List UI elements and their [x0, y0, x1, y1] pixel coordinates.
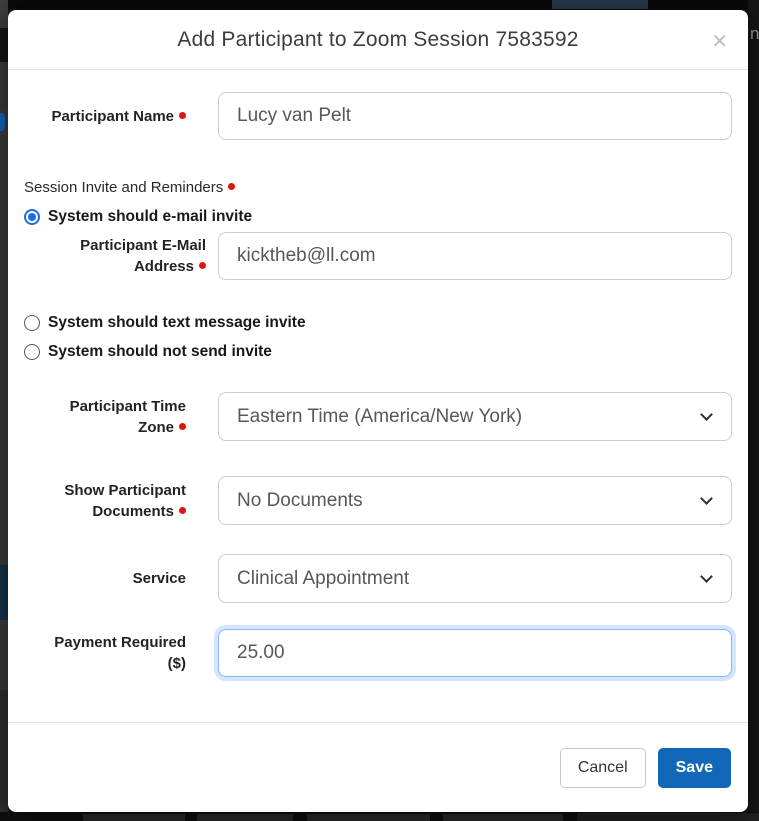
radio-button-icon[interactable]	[24, 344, 40, 360]
service-row: Service Clinical Appointment	[24, 554, 732, 603]
timezone-row: Participant Time Zone Eastern Time (Amer…	[24, 392, 732, 441]
timezone-select[interactable]: Eastern Time (America/New York)	[218, 392, 732, 441]
backdrop-navy-segment	[0, 565, 8, 620]
required-dot-icon	[179, 423, 186, 430]
backdrop-left-segment	[0, 690, 8, 821]
participant-name-label: Participant Name	[24, 106, 186, 127]
chevron-down-icon	[700, 570, 713, 583]
payment-input[interactable]	[218, 629, 732, 677]
radio-email-invite[interactable]: System should e-mail invite	[24, 205, 732, 229]
dialog-title: Add Participant to Zoom Session 7583592	[177, 28, 578, 52]
backdrop-text-fragment: ne	[750, 24, 759, 46]
timezone-selected-value: Eastern Time (America/New York)	[237, 406, 522, 428]
radio-email-invite-label: System should e-mail invite	[48, 205, 252, 229]
participant-email-row: Participant E-Mail Address	[24, 232, 732, 280]
backdrop-right-edge	[748, 0, 759, 821]
backdrop-table-cell	[307, 814, 430, 821]
chevron-down-icon	[700, 408, 713, 421]
save-button[interactable]: Save	[658, 748, 731, 788]
radio-text-invite[interactable]: System should text message invite	[24, 311, 732, 335]
backdrop-left-segment	[0, 62, 8, 110]
radio-no-invite[interactable]: System should not send invite	[24, 340, 732, 364]
radio-text-invite-label: System should text message invite	[48, 311, 306, 335]
service-label: Service	[24, 568, 186, 589]
dialog-footer: Cancel Save	[8, 722, 748, 812]
radio-no-invite-label: System should not send invite	[48, 340, 272, 364]
participant-name-row: Participant Name	[24, 92, 732, 140]
backdrop-table-cell	[83, 814, 185, 821]
documents-select[interactable]: No Documents	[218, 476, 732, 525]
payment-label: Payment Required ($)	[24, 632, 186, 674]
backdrop-table-cell	[443, 814, 563, 821]
cancel-button[interactable]: Cancel	[560, 748, 646, 788]
chevron-down-icon	[700, 492, 713, 505]
required-dot-icon	[179, 507, 186, 514]
screen: ne Add Participant to Zoom Session 75835…	[0, 0, 759, 821]
required-dot-icon	[228, 183, 235, 190]
timezone-label: Participant Time Zone	[24, 396, 186, 438]
payment-row: Payment Required ($)	[24, 629, 732, 677]
radio-button-icon[interactable]	[24, 315, 40, 331]
participant-email-label: Participant E-Mail Address	[24, 235, 206, 277]
required-dot-icon	[199, 262, 206, 269]
backdrop-blue-pill	[0, 113, 5, 131]
required-dot-icon	[179, 112, 186, 119]
invite-section-label: Session Invite and Reminders	[24, 177, 732, 199]
backdrop-table-cell	[577, 813, 759, 821]
backdrop-navy-block	[552, 0, 648, 9]
close-icon[interactable]: ✕	[711, 32, 728, 52]
dialog-body: Participant Name Session Invite and Remi…	[8, 70, 748, 678]
participant-name-input[interactable]	[218, 92, 732, 140]
dialog-header: Add Participant to Zoom Session 7583592 …	[8, 10, 748, 70]
participant-email-input[interactable]	[218, 232, 732, 280]
backdrop-table-cell	[197, 814, 293, 821]
add-participant-dialog: Add Participant to Zoom Session 7583592 …	[8, 10, 748, 812]
radio-button-icon[interactable]	[24, 209, 40, 225]
documents-label: Show Participant Documents	[24, 480, 186, 522]
service-selected-value: Clinical Appointment	[237, 568, 409, 590]
documents-selected-value: No Documents	[237, 490, 363, 512]
service-select[interactable]: Clinical Appointment	[218, 554, 732, 603]
backdrop-left-segment	[0, 28, 8, 62]
documents-row: Show Participant Documents No Documents	[24, 476, 732, 525]
